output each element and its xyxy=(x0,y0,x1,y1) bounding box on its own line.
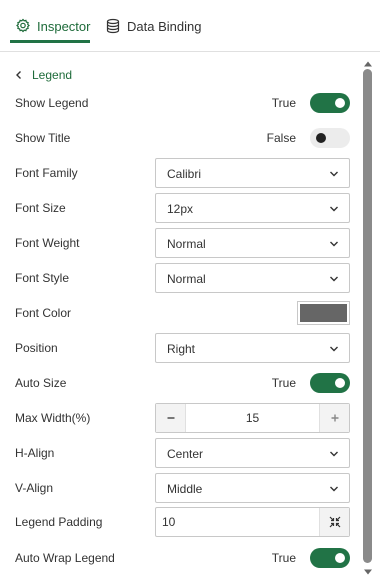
row-max-width: Max Width(%) 15 xyxy=(0,403,360,433)
chevron-down-icon xyxy=(330,486,338,492)
tab-bar: Inspector Data Binding xyxy=(0,0,380,52)
collapse-arrows-icon xyxy=(329,516,340,528)
font-size-select[interactable]: 12px xyxy=(155,193,350,223)
row-h-align: H-Align Center xyxy=(0,438,360,468)
auto-wrap-legend-label: Auto Wrap Legend xyxy=(15,551,115,565)
legend-padding-input[interactable]: 10 xyxy=(155,507,350,537)
max-width-label: Max Width(%) xyxy=(15,411,91,425)
show-legend-label: Show Legend xyxy=(15,96,89,110)
plus-icon xyxy=(331,414,338,422)
decrement-button[interactable] xyxy=(156,404,186,432)
font-style-select[interactable]: Normal xyxy=(155,263,350,293)
increment-button[interactable] xyxy=(319,404,349,432)
padding-expand-button[interactable] xyxy=(319,508,349,536)
row-legend-padding: Legend Padding 10 xyxy=(0,507,360,537)
row-font-size: Font Size 12px xyxy=(0,193,360,223)
v-align-select[interactable]: Middle xyxy=(155,473,350,503)
scroll-down-arrow-icon[interactable] xyxy=(363,568,373,576)
row-font-weight: Font Weight Normal xyxy=(0,228,360,258)
auto-wrap-legend-value: True xyxy=(271,551,296,565)
show-legend-control: True xyxy=(272,93,350,113)
font-weight-label: Font Weight xyxy=(15,236,80,250)
show-title-control: False xyxy=(267,128,350,148)
back-to-legend[interactable]: Legend xyxy=(14,67,72,83)
minus-icon xyxy=(167,417,174,419)
show-title-label: Show Title xyxy=(15,131,71,145)
font-color-swatch[interactable] xyxy=(297,301,350,325)
font-family-value: Calibri xyxy=(167,167,202,181)
auto-size-label: Auto Size xyxy=(15,376,67,390)
row-show-legend: Show Legend True xyxy=(0,88,360,118)
position-select[interactable]: Right xyxy=(155,333,350,363)
chevron-left-icon xyxy=(16,71,21,79)
breadcrumb-label: Legend xyxy=(32,68,73,82)
font-style-value: Normal xyxy=(167,272,206,286)
toggle-knob xyxy=(316,133,326,143)
v-align-value: Middle xyxy=(167,482,203,496)
row-v-align: V-Align Middle xyxy=(0,473,360,503)
h-align-select[interactable]: Center xyxy=(155,438,350,468)
font-weight-select[interactable]: Normal xyxy=(155,228,350,258)
chevron-down-icon xyxy=(330,451,338,457)
h-align-label: H-Align xyxy=(15,446,55,460)
active-tab-indicator xyxy=(10,40,90,43)
row-auto-wrap-legend: Auto Wrap Legend True xyxy=(0,543,360,573)
font-size-label: Font Size xyxy=(15,201,66,215)
show-title-toggle[interactable] xyxy=(310,128,350,148)
legend-padding-label: Legend Padding xyxy=(15,515,103,529)
max-width-value[interactable]: 15 xyxy=(187,404,318,432)
font-style-label: Font Style xyxy=(15,271,70,285)
row-position: Position Right xyxy=(0,333,360,363)
chevron-down-icon xyxy=(330,206,338,212)
toggle-knob xyxy=(335,98,345,108)
tab-inspector-label: Inspector xyxy=(37,18,91,34)
auto-wrap-legend-toggle[interactable] xyxy=(310,548,350,568)
auto-size-toggle[interactable] xyxy=(310,373,350,393)
auto-size-value: True xyxy=(271,376,296,390)
font-family-select[interactable]: Calibri xyxy=(155,158,350,188)
v-align-label: V-Align xyxy=(15,481,54,495)
font-color-label: Font Color xyxy=(15,306,72,320)
toggle-knob xyxy=(335,378,345,388)
tab-data-binding-label: Data Binding xyxy=(127,18,202,34)
position-label: Position xyxy=(15,341,58,355)
toggle-knob xyxy=(335,553,345,563)
chevron-down-icon xyxy=(330,276,338,282)
gear-icon xyxy=(15,18,31,34)
position-value: Right xyxy=(167,342,196,356)
row-show-title: Show Title False xyxy=(0,123,360,153)
vertical-scrollbar[interactable] xyxy=(361,60,375,578)
font-size-value: 12px xyxy=(167,202,194,216)
show-title-value: False xyxy=(266,131,296,145)
row-font-color: Font Color xyxy=(0,298,360,328)
scroll-up-arrow-icon[interactable] xyxy=(363,60,373,68)
row-auto-size: Auto Size True xyxy=(0,368,360,398)
inspector-panel: Legend Show Legend True Show Title False… xyxy=(0,52,360,585)
database-icon xyxy=(105,18,121,34)
show-legend-toggle[interactable] xyxy=(310,93,350,113)
chevron-down-icon xyxy=(330,346,338,352)
max-width-stepper: 15 xyxy=(155,403,350,433)
show-legend-value: True xyxy=(271,96,296,110)
auto-size-control: True xyxy=(272,373,350,393)
row-font-style: Font Style Normal xyxy=(0,263,360,293)
legend-padding-value: 10 xyxy=(162,515,176,529)
font-weight-value: Normal xyxy=(167,237,206,251)
chevron-down-icon xyxy=(330,171,338,177)
scrollbar-thumb[interactable] xyxy=(363,69,372,563)
tab-inspector[interactable]: Inspector xyxy=(15,0,90,52)
row-font-family: Font Family Calibri xyxy=(0,158,360,188)
font-family-label: Font Family xyxy=(15,166,78,180)
chevron-down-icon xyxy=(330,241,338,247)
h-align-value: Center xyxy=(167,447,204,461)
tab-data-binding[interactable]: Data Binding xyxy=(105,0,201,52)
font-color-fill xyxy=(300,304,347,322)
auto-wrap-legend-control: True xyxy=(272,548,350,568)
